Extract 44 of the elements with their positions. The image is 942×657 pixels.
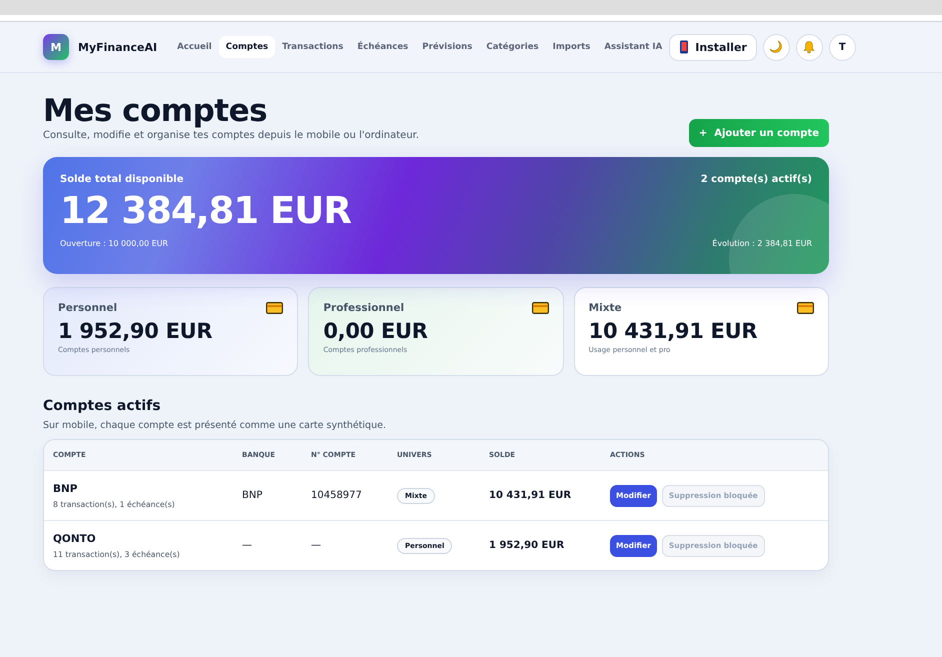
nav-tab[interactable]: Catégories [479,36,546,58]
install-button[interactable]: Installer [669,34,757,60]
balance-label: Solde total disponible [60,174,184,185]
bell-icon [802,40,816,54]
opening-balance: Ouverture : 10 000,00 EUR [60,239,168,248]
account-number: 10458977 [311,490,362,501]
page-title: Mes comptes [43,93,268,129]
nav-tab[interactable]: Prévisions [415,36,480,58]
page-subtitle: Consulte, modifie et organise tes comptes depuis le mobile ou l'ordinateur. [43,130,420,141]
bank-cell: — [242,540,252,551]
category-amount: 0,00 EUR [323,318,429,344]
brand-name: MyFinanceAI [78,40,158,54]
nav-tab[interactable]: Échéances [350,36,416,58]
section-subtitle: Sur mobile, chaque compte est présenté comme une carte synthétique. [43,420,387,431]
add-account-button[interactable]: + Ajouter un compte [688,119,829,147]
nav-tab[interactable]: Transactions [275,36,350,58]
nav-tab[interactable]: Comptes [218,36,276,58]
nav-tab[interactable]: Imports [546,36,598,58]
account-name: BNP [53,482,78,494]
credit-card-icon [532,302,549,314]
category-title: Mixte [588,302,622,314]
account-number: — [311,540,321,551]
evolution-amount: Évolution : 2 384,81 EUR [712,239,812,248]
nav-tab[interactable]: Assistant IA [597,36,670,58]
app-logo[interactable]: M [43,34,69,60]
balance-cell: 1 952,90 EUR [489,540,564,551]
account-name: QONTO [53,532,97,544]
total-balance: 12 384,81 EUR [60,189,352,233]
avatar-button[interactable]: T [828,34,856,60]
category-amount: 10 431,91 EUR [588,318,758,344]
section-title: Comptes actifs [43,398,162,414]
category-title: Personnel [58,302,118,314]
notifications-button[interactable] [796,34,823,60]
bank-cell: BNP [242,490,262,501]
nav-tab[interactable]: Accueil [170,36,219,58]
credit-card-icon [796,302,814,314]
credit-card-icon [266,302,284,314]
category-title: Professionnel [323,302,404,314]
theme-toggle[interactable] [762,34,790,60]
balance-cell: 10 431,91 EUR [489,490,572,501]
phone-icon [679,40,690,54]
category-amount: 1 952,90 EUR [58,318,214,344]
active-count: 2 compte(s) actif(s) [700,174,812,185]
moon-icon [769,40,784,54]
